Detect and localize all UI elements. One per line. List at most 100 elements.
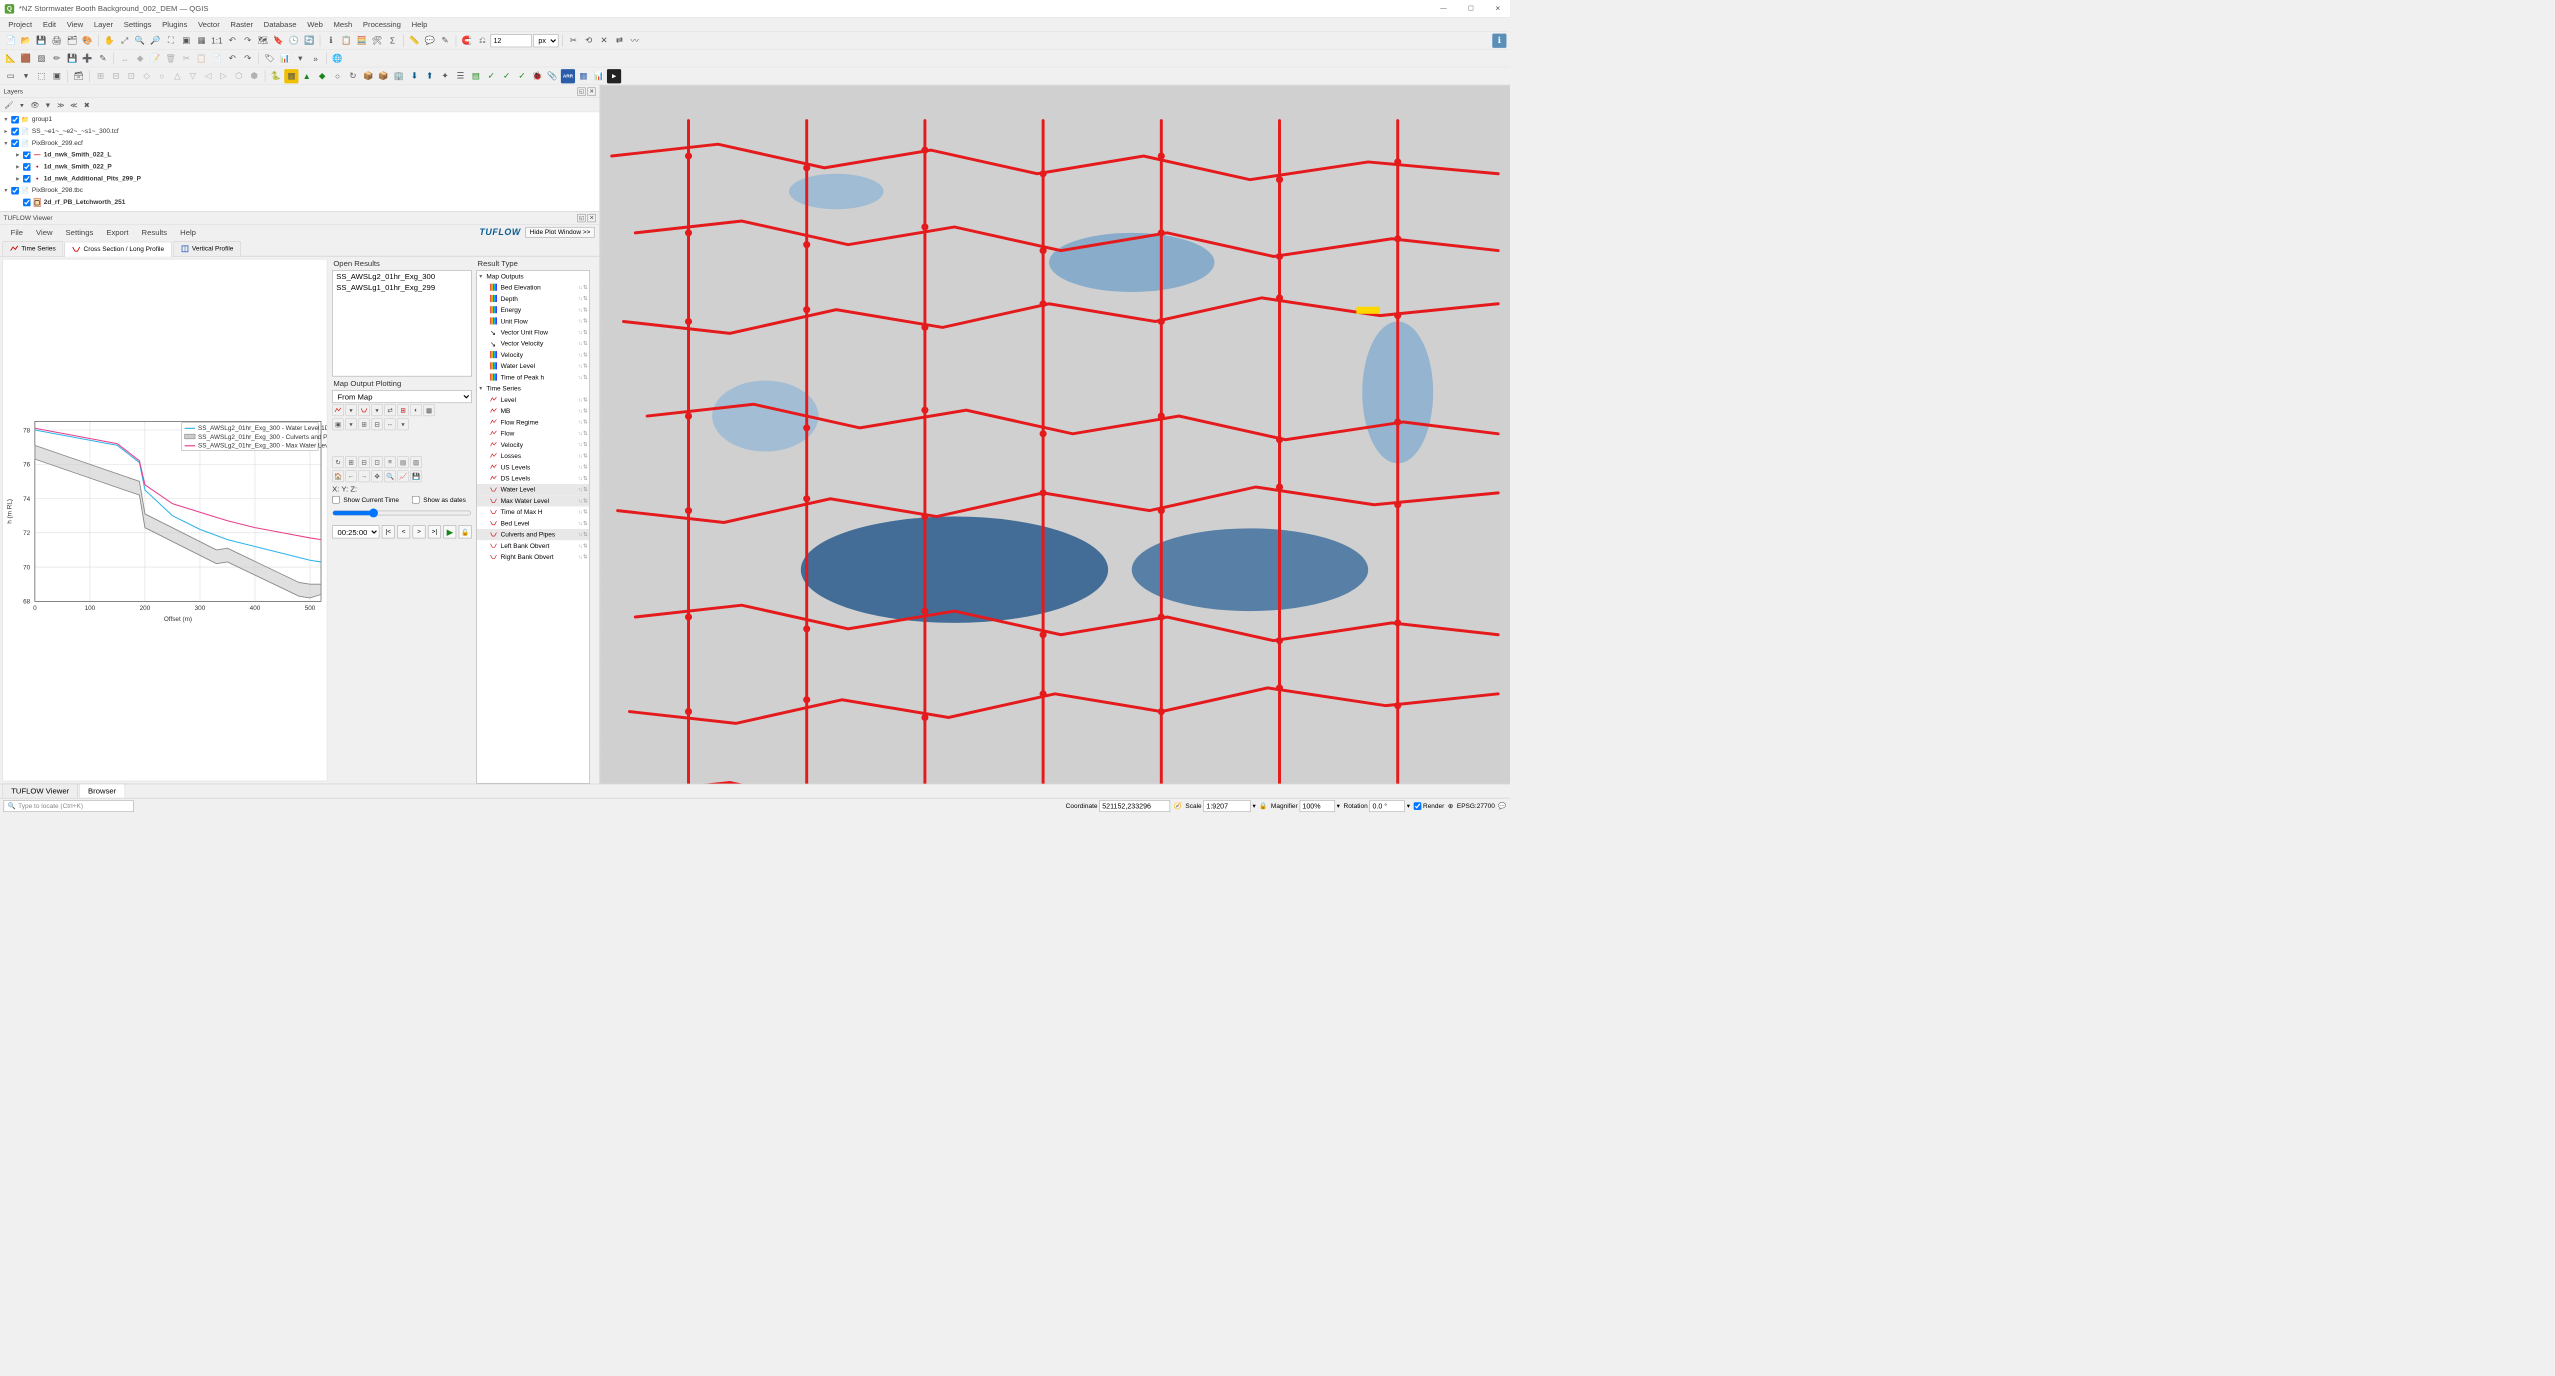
mop2-btn-2-icon[interactable]: ▾: [345, 418, 357, 430]
tab-vertical-profile[interactable]: Vertical Profile: [173, 241, 241, 256]
plugin-12-icon[interactable]: ☰: [453, 69, 467, 83]
mop-btn-5-icon[interactable]: ⇄: [384, 404, 396, 416]
tuflow-menu-settings[interactable]: Settings: [60, 226, 100, 238]
mop2-btn-4-icon[interactable]: ⊟: [371, 418, 383, 430]
rt-arrows-icon[interactable]: ↑↓ ⇅: [578, 486, 587, 493]
rt-item-1-11[interactable]: Bed Level↑↓ ⇅: [477, 518, 589, 529]
layer-row-4[interactable]: ▸ • 1d_nwk_Smith_022_P: [0, 161, 599, 173]
zoom-layer-icon[interactable]: ▦: [194, 33, 208, 47]
mop-btn-6-icon[interactable]: ⊞: [397, 404, 409, 416]
layer-twisty-icon[interactable]: ▸: [14, 163, 21, 170]
layers-tree[interactable]: ▾ 📁 group1▸ 📄 SS_~e1~_~e2~_~s1~_300.tcf▾…: [0, 112, 599, 211]
coord-input[interactable]: [1099, 800, 1170, 812]
plot-area[interactable]: 0100200300400500687072747678Offset (m)h …: [2, 259, 327, 781]
layer-row-5[interactable]: ▸ • 1d_nwk_Additional_Pits_299_P: [0, 173, 599, 185]
add-mesh-icon[interactable]: ▨: [34, 51, 48, 65]
plugin-17-icon[interactable]: 🐞: [530, 69, 544, 83]
menu-view[interactable]: View: [62, 18, 88, 30]
result-item-1[interactable]: SS_AWSLg1_01hr_Exg_299: [333, 282, 471, 293]
crs-icon[interactable]: ⊕: [1448, 802, 1453, 810]
crs-label[interactable]: EPSG:27700: [1457, 802, 1495, 809]
temporal-controller-icon[interactable]: 🕒: [287, 33, 301, 47]
lock-scale-icon[interactable]: 🔒: [1259, 802, 1267, 810]
locator-input[interactable]: 🔍 Type to locate (Ctrl+K): [4, 800, 134, 812]
rt-group-0[interactable]: ▾Map Outputs: [477, 271, 589, 282]
mop-btn-8-icon[interactable]: ▦: [423, 404, 435, 416]
layout-manager-icon[interactable]: 🗂: [65, 33, 79, 47]
rt-item-0-8[interactable]: Time of Peak h↑↓ ⇅: [477, 372, 589, 383]
rt-arrows-icon[interactable]: ↑↓ ⇅: [578, 475, 587, 482]
layer-checkbox[interactable]: [11, 139, 19, 147]
nav-btn-5-icon[interactable]: ≡: [384, 456, 396, 468]
prev-frame-button[interactable]: <: [397, 525, 410, 538]
magnifier-input[interactable]: [1299, 800, 1334, 812]
rt-arrows-icon[interactable]: ↑↓ ⇅: [578, 464, 587, 471]
rt-twisty-icon[interactable]: ▾: [479, 385, 486, 392]
add-feature-icon[interactable]: ➕: [80, 51, 94, 65]
annotation-icon[interactable]: ✎: [438, 33, 452, 47]
no-snapping-icon[interactable]: 🧲: [460, 33, 474, 47]
rt-arrows-icon[interactable]: ↑↓ ⇅: [578, 408, 587, 415]
refresh-icon[interactable]: 🔄: [302, 33, 316, 47]
menu-raster[interactable]: Raster: [226, 18, 258, 30]
mop-btn-3-icon[interactable]: [358, 404, 370, 416]
adv-digitize-1-icon[interactable]: ⊞: [93, 69, 107, 83]
rt-arrows-icon[interactable]: ↑↓ ⇅: [578, 329, 587, 336]
topology-icon[interactable]: ✂: [566, 33, 580, 47]
layer-checkbox[interactable]: [23, 198, 31, 206]
rotation-input[interactable]: [1369, 800, 1404, 812]
tab-cross-section[interactable]: Cross Section / Long Profile: [65, 242, 172, 257]
plugin-19-icon[interactable]: ▦: [576, 69, 590, 83]
rt-item-0-3[interactable]: Unit Flow↑↓ ⇅: [477, 316, 589, 327]
rt-twisty-icon[interactable]: ▾: [479, 273, 486, 280]
messages-icon[interactable]: 💬: [1498, 802, 1506, 810]
result-item-0[interactable]: SS_AWSLg2_01hr_Exg_300: [333, 271, 471, 282]
rt-group-1[interactable]: ▾Time Series: [477, 383, 589, 394]
plugin-15-icon[interactable]: ✓: [499, 69, 513, 83]
identify-icon[interactable]: ℹ: [324, 33, 338, 47]
adv-digitize-7-icon[interactable]: ▽: [186, 69, 200, 83]
from-map-select[interactable]: From Map: [332, 390, 471, 403]
back-icon[interactable]: ←: [345, 470, 357, 482]
menu-edit[interactable]: Edit: [38, 18, 61, 30]
play-button[interactable]: ▶: [443, 525, 456, 538]
statistics-icon[interactable]: Σ: [385, 33, 399, 47]
mop-btn-4-icon[interactable]: ▾: [371, 404, 383, 416]
python-console-icon[interactable]: 🐍: [269, 69, 283, 83]
tuflow-undock-icon[interactable]: ◱: [577, 214, 585, 222]
more-tools-icon[interactable]: »: [309, 51, 323, 65]
zoom-last-icon[interactable]: ↶: [225, 33, 239, 47]
rt-arrows-icon[interactable]: ↑↓ ⇅: [578, 419, 587, 426]
rt-arrows-icon[interactable]: ↑↓ ⇅: [578, 363, 587, 370]
layer-twisty-icon[interactable]: ▾: [2, 116, 9, 123]
select-value-icon[interactable]: ▾: [19, 69, 33, 83]
rt-item-1-3[interactable]: Flow↑↓ ⇅: [477, 428, 589, 439]
lock-time-button[interactable]: 🔓: [459, 525, 472, 538]
rt-arrows-icon[interactable]: ↑↓ ⇅: [578, 284, 587, 291]
zoom-plot-icon[interactable]: 🔍: [384, 470, 396, 482]
layers-add-group-icon[interactable]: ▾: [17, 100, 28, 111]
save-edits-icon[interactable]: 💾: [65, 51, 79, 65]
pan-plot-icon[interactable]: ✥: [371, 470, 383, 482]
rt-arrows-icon[interactable]: ↑↓ ⇅: [578, 430, 587, 437]
plugin-16-icon[interactable]: ✓: [515, 69, 529, 83]
bottom-tab-tuflow[interactable]: TUFLOW Viewer: [2, 784, 78, 798]
plugin-8-icon[interactable]: 🏢: [392, 69, 406, 83]
minimize-button[interactable]: —: [1435, 2, 1451, 14]
move-feature-icon[interactable]: ↔: [118, 51, 132, 65]
edit-toggle-icon[interactable]: ✏: [50, 51, 64, 65]
plugin-4-icon[interactable]: ○: [330, 69, 344, 83]
rt-item-1-2[interactable]: Flow Regime↑↓ ⇅: [477, 417, 589, 428]
save-plot-icon[interactable]: 💾: [410, 470, 422, 482]
style-manager-icon[interactable]: 🎨: [80, 33, 94, 47]
layers-close-icon[interactable]: ✕: [587, 87, 595, 95]
rt-item-1-1[interactable]: MB↑↓ ⇅: [477, 405, 589, 416]
rt-arrows-icon[interactable]: ↑↓ ⇅: [578, 554, 587, 561]
rt-arrows-icon[interactable]: ↑↓ ⇅: [578, 498, 587, 505]
magnifier-stepper-icon[interactable]: ▾: [1337, 802, 1340, 810]
nav-btn-6-icon[interactable]: ▤: [397, 456, 409, 468]
layer-twisty-icon[interactable]: ▸: [14, 152, 21, 159]
modify-attr-icon[interactable]: 📝: [148, 51, 162, 65]
rt-item-0-2[interactable]: Energy↑↓ ⇅: [477, 304, 589, 315]
new-bookmark-icon[interactable]: 🔖: [271, 33, 285, 47]
